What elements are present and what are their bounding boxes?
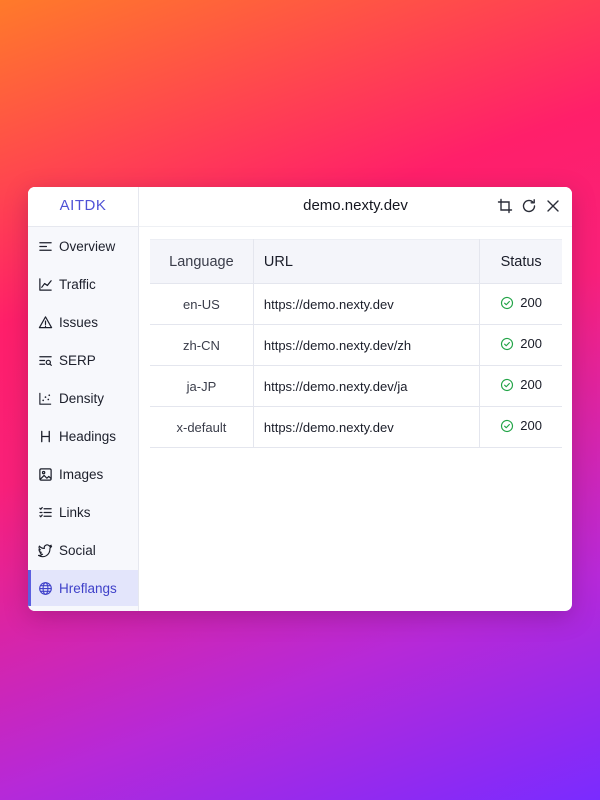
url-link[interactable]: https://demo.nexty.dev/ja xyxy=(253,365,481,407)
sidebar-item-label: Traffic xyxy=(59,276,96,292)
sidebar-item-links[interactable]: Links xyxy=(28,494,138,530)
column-header-language: Language xyxy=(150,239,254,284)
extension-panel: AITDK Overview Traffic Issues SERP Densi… xyxy=(28,187,572,611)
status-code: 200 xyxy=(520,377,542,393)
close-button[interactable] xyxy=(544,197,562,215)
crop-button[interactable] xyxy=(496,197,514,215)
status-cell: 200 xyxy=(479,324,562,366)
check-circle-icon xyxy=(500,337,514,351)
status-code: 200 xyxy=(520,418,542,434)
top-bar: demo.nexty.dev xyxy=(139,187,572,227)
sidebar-item-social[interactable]: Social xyxy=(28,532,138,568)
language-cell: x-default xyxy=(150,406,254,448)
column-header-status: Status xyxy=(479,239,562,284)
check-circle-icon xyxy=(500,296,514,310)
image-icon xyxy=(37,466,53,482)
sidebar-item-hreflangs[interactable]: Hreflangs xyxy=(28,570,138,606)
close-icon xyxy=(545,198,561,214)
sidebar-item-label: Social xyxy=(59,542,96,558)
sidebar-item-overview[interactable]: Overview xyxy=(28,228,138,264)
refresh-icon xyxy=(521,198,537,214)
status-code: 200 xyxy=(520,336,542,352)
warning-triangle-icon xyxy=(37,314,53,330)
sidebar-item-issues[interactable]: Issues xyxy=(28,304,138,340)
heading-icon xyxy=(37,428,53,444)
chart-line-icon xyxy=(37,276,53,292)
language-cell: ja-JP xyxy=(150,365,254,407)
check-circle-icon xyxy=(500,378,514,392)
sidebar-item-density[interactable]: Density xyxy=(28,380,138,416)
sidebar-item-serp[interactable]: SERP xyxy=(28,342,138,378)
language-cell: zh-CN xyxy=(150,324,254,366)
url-link[interactable]: https://demo.nexty.dev xyxy=(253,406,481,448)
check-circle-icon xyxy=(500,419,514,433)
sidebar-item-label: Hreflangs xyxy=(59,580,117,596)
sidebar-item-images[interactable]: Images xyxy=(28,456,138,492)
status-cell: 200 xyxy=(479,365,562,407)
hreflang-table: Language URL Status en-US https://demo.n… xyxy=(150,239,562,448)
brand-logo: AITDK xyxy=(28,187,138,227)
url-link[interactable]: https://demo.nexty.dev xyxy=(253,283,481,325)
sidebar-item-traffic[interactable]: Traffic xyxy=(28,266,138,302)
sidebar: AITDK Overview Traffic Issues SERP Densi… xyxy=(28,187,139,611)
url-link[interactable]: https://demo.nexty.dev/zh xyxy=(253,324,481,366)
globe-icon xyxy=(37,580,53,596)
sidebar-item-label: SERP xyxy=(59,352,96,368)
sidebar-item-label: Images xyxy=(59,466,104,482)
refresh-button[interactable] xyxy=(520,197,538,215)
sidebar-item-label: Issues xyxy=(59,314,99,330)
table-header-row: Language URL Status xyxy=(150,239,562,284)
sidebar-item-label: Overview xyxy=(59,238,116,254)
status-cell: 200 xyxy=(479,283,562,325)
list-icon xyxy=(37,504,53,520)
sidebar-item-headings[interactable]: Headings xyxy=(28,418,138,454)
twitter-bird-icon xyxy=(37,542,53,558)
status-cell: 200 xyxy=(479,406,562,448)
language-cell: en-US xyxy=(150,283,254,325)
scatter-icon xyxy=(37,390,53,406)
crop-icon xyxy=(497,198,513,214)
serp-search-icon xyxy=(37,352,53,368)
overview-icon xyxy=(37,238,53,254)
table-row: en-US https://demo.nexty.dev 200 xyxy=(150,283,562,325)
column-header-url: URL xyxy=(253,239,481,284)
sidebar-item-label: Headings xyxy=(59,428,117,444)
table-row: zh-CN https://demo.nexty.dev/zh 200 xyxy=(150,324,562,366)
table-row: x-default https://demo.nexty.dev 200 xyxy=(150,406,562,448)
table-row: ja-JP https://demo.nexty.dev/ja 200 xyxy=(150,365,562,407)
status-code: 200 xyxy=(520,295,542,311)
sidebar-item-label: Density xyxy=(59,390,105,406)
sidebar-item-label: Links xyxy=(59,504,91,520)
